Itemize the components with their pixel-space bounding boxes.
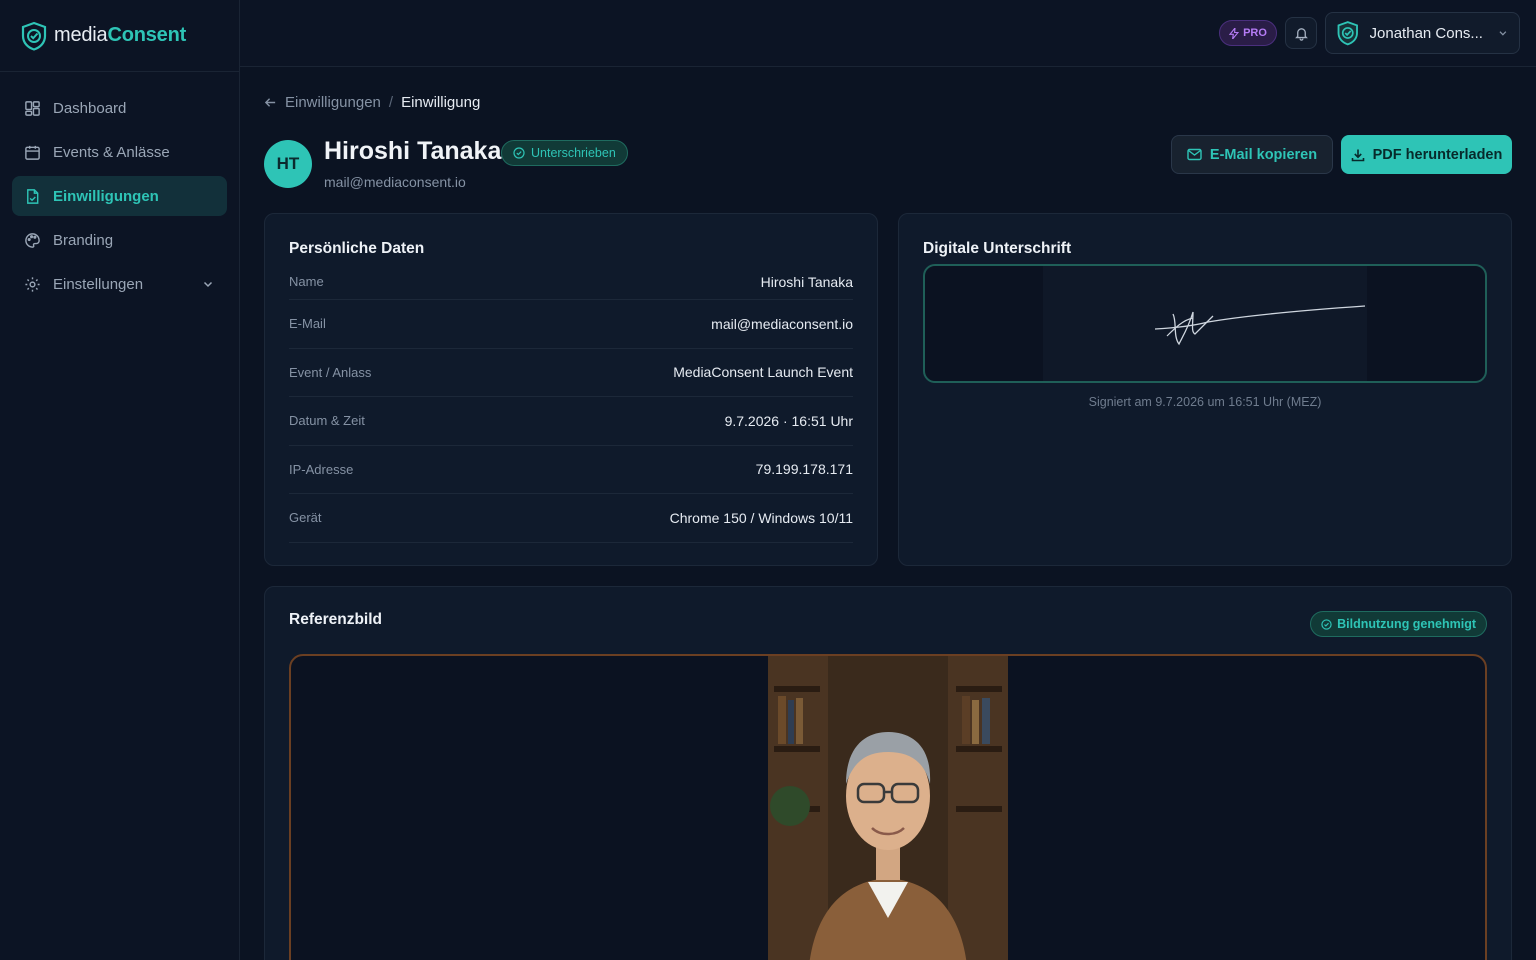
copy-email-label: E-Mail kopieren	[1209, 146, 1318, 163]
breadcrumb: Einwilligungen / Einwilligung	[264, 94, 480, 111]
brand-name: mediaConsent	[54, 24, 187, 46]
breadcrumb-separator: /	[388, 94, 394, 111]
download-pdf-button[interactable]: PDF herunterladen	[1341, 135, 1512, 174]
gear-icon	[25, 276, 40, 292]
topbar: PRO Jonathan Cons...	[240, 0, 1536, 67]
detail-value: Chrome 150 / Windows 10/11	[669, 509, 853, 526]
card-title: Referenzbild	[289, 611, 383, 628]
detail-value: 79.199.178.171	[755, 461, 853, 478]
shield-logo-icon	[1337, 21, 1358, 46]
nav-item-branding[interactable]: Branding	[12, 220, 227, 260]
arrow-left-icon[interactable]	[264, 96, 277, 109]
status-badge: Unterschrieben	[501, 140, 628, 166]
reference-image-card: Referenzbild Bildnutzung genehmigt	[264, 586, 1512, 960]
chevron-down-icon	[203, 281, 213, 288]
details-list: Name Hiroshi Tanaka E-Mail mail@mediacon…	[289, 264, 853, 543]
signature-image	[1154, 305, 1366, 346]
detail-row-email: E-Mail mail@mediaconsent.io	[289, 300, 853, 349]
check-circle-icon	[513, 147, 525, 159]
status-label: Unterschrieben	[531, 146, 616, 160]
user-menu[interactable]: Jonathan Cons...	[1325, 12, 1520, 54]
breadcrumb-current: Einwilligung	[401, 94, 481, 111]
detail-label: Gerät	[289, 510, 322, 526]
main-nav: Dashboard Events & Anlässe Einwilligunge…	[0, 72, 239, 324]
signature-canvas	[1043, 266, 1367, 381]
copy-email-button[interactable]: E-Mail kopieren	[1171, 135, 1333, 174]
detail-label: Datum & Zeit	[289, 413, 365, 429]
mail-icon	[1187, 148, 1202, 161]
grid-icon	[25, 100, 40, 116]
nav-item-settings[interactable]: Einstellungen	[12, 264, 227, 304]
reference-portrait-image[interactable]	[768, 656, 1008, 960]
nav-label: Dashboard	[53, 99, 127, 117]
signature-caption: Signiert am 9.7.2026 um 16:51 Uhr (MEZ)	[1088, 395, 1322, 409]
detail-label: IP-Adresse	[289, 461, 354, 477]
card-title: Persönliche Daten	[289, 240, 425, 257]
avatar: HT	[264, 140, 312, 188]
reference-image-frame	[289, 654, 1487, 960]
breadcrumb-parent-link[interactable]: Einwilligungen	[285, 94, 381, 111]
pro-label: PRO	[1243, 27, 1267, 39]
nav-item-consents[interactable]: Einwilligungen	[12, 176, 227, 216]
nav-item-dashboard[interactable]: Dashboard	[12, 88, 227, 128]
detail-value: MediaConsent Launch Event	[673, 364, 853, 381]
shield-logo-icon	[21, 21, 47, 51]
detail-row-device: Gerät Chrome 150 / Windows 10/11	[289, 494, 853, 543]
image-approved-badge: Bildnutzung genehmigt	[1310, 611, 1487, 637]
sidebar: mediaConsent Dashboard Events & Anlässe …	[0, 0, 240, 960]
notifications-button[interactable]	[1285, 17, 1317, 49]
detail-value: 9.7.2026 · 16:51 Uhr	[724, 412, 853, 429]
nav-label: Einwilligungen	[53, 187, 159, 205]
detail-row-event: Event / Anlass MediaConsent Launch Event	[289, 349, 853, 397]
detail-row-name: Name Hiroshi Tanaka	[289, 264, 853, 300]
palette-icon	[25, 232, 40, 248]
bolt-icon	[1229, 27, 1240, 39]
detail-row-datetime: Datum & Zeit 9.7.2026 · 16:51 Uhr	[289, 397, 853, 446]
nav-label: Einstellungen	[53, 275, 144, 293]
page-title: Hiroshi Tanaka	[324, 137, 502, 165]
download-icon	[1351, 149, 1364, 161]
chevron-down-icon	[1499, 31, 1507, 36]
file-check-icon	[27, 188, 39, 204]
check-circle-icon	[1321, 618, 1332, 630]
signature-box	[923, 264, 1487, 383]
detail-label: E-Mail	[289, 316, 326, 332]
card-title: Digitale Unterschrift	[923, 240, 1072, 257]
user-name: Jonathan Cons...	[1369, 24, 1483, 42]
detail-row-ip: IP-Adresse 79.199.178.171	[289, 446, 853, 494]
detail-value: mail@mediaconsent.io	[711, 315, 853, 332]
detail-label: Event / Anlass	[289, 364, 372, 380]
person-email: mail@mediaconsent.io	[324, 174, 466, 190]
detail-label: Name	[289, 274, 324, 289]
pro-badge[interactable]: PRO	[1219, 20, 1277, 46]
nav-item-events[interactable]: Events & Anlässe	[12, 132, 227, 172]
signature-card: Digitale Unterschrift Signiert am 9.7.20…	[898, 213, 1512, 566]
nav-label: Events & Anlässe	[53, 143, 170, 161]
calendar-icon	[25, 145, 40, 160]
logo[interactable]: mediaConsent	[0, 0, 239, 72]
personal-data-card: Persönliche Daten Name Hiroshi Tanaka E-…	[264, 213, 878, 566]
badge-label: Bildnutzung genehmigt	[1337, 617, 1476, 631]
bell-icon	[1294, 27, 1308, 41]
detail-value: Hiroshi Tanaka	[760, 273, 853, 290]
download-pdf-label: PDF herunterladen	[1372, 146, 1503, 163]
nav-label: Branding	[53, 231, 114, 249]
